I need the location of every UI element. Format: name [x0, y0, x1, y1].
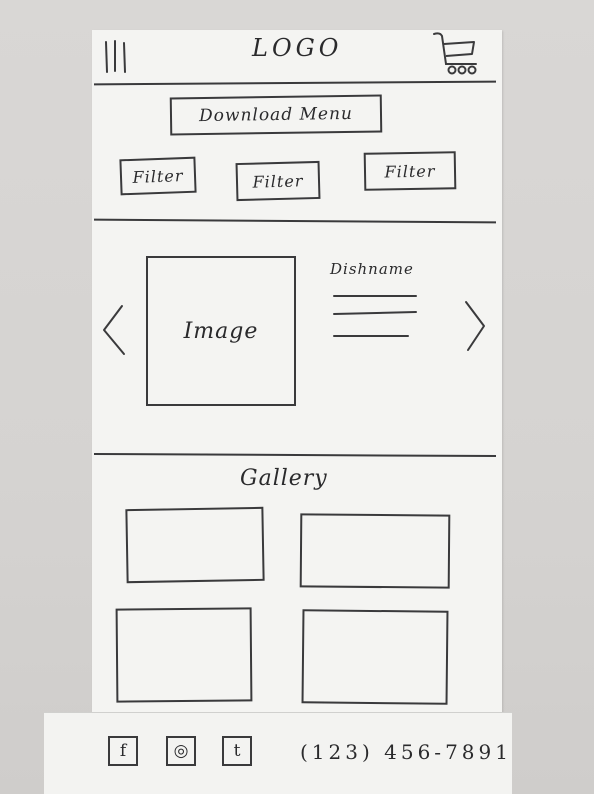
twitter-icon[interactable]: t	[222, 736, 252, 766]
hamburger-menu-icon[interactable]	[104, 38, 128, 76]
facebook-icon[interactable]: f	[108, 736, 138, 766]
download-menu-button[interactable]: Download Menu	[169, 94, 383, 136]
shopping-cart-icon[interactable]	[432, 30, 480, 76]
dish-description-lines	[333, 295, 417, 337]
gallery-image-3[interactable]	[115, 607, 253, 703]
wireframe-stage: LOGO Download Menu Filter Filter Filter …	[0, 0, 594, 794]
instagram-icon[interactable]: ◎	[166, 736, 196, 766]
dish-name: Dishname	[330, 260, 414, 278]
instagram-glyph: ◎	[173, 741, 189, 761]
featured-dish-image[interactable]: Image	[146, 256, 296, 406]
logo[interactable]: LOGO	[252, 34, 342, 62]
gallery-title: Gallery	[240, 466, 328, 491]
gallery-image-1[interactable]	[125, 506, 265, 584]
twitter-glyph: t	[233, 741, 241, 761]
filter-button-3[interactable]: Filter	[363, 151, 457, 191]
chevron-right-icon[interactable]	[460, 300, 488, 352]
chevron-left-icon[interactable]	[100, 304, 128, 356]
facebook-glyph: f	[119, 741, 127, 761]
gallery-image-4[interactable]	[301, 609, 449, 705]
phone-number[interactable]: (123) 456-7891	[300, 740, 512, 764]
image-placeholder-label: Image	[183, 318, 259, 344]
gallery-image-2[interactable]	[299, 513, 451, 589]
filter-button-1[interactable]: Filter	[119, 156, 197, 196]
filter-button-2[interactable]: Filter	[235, 160, 321, 202]
